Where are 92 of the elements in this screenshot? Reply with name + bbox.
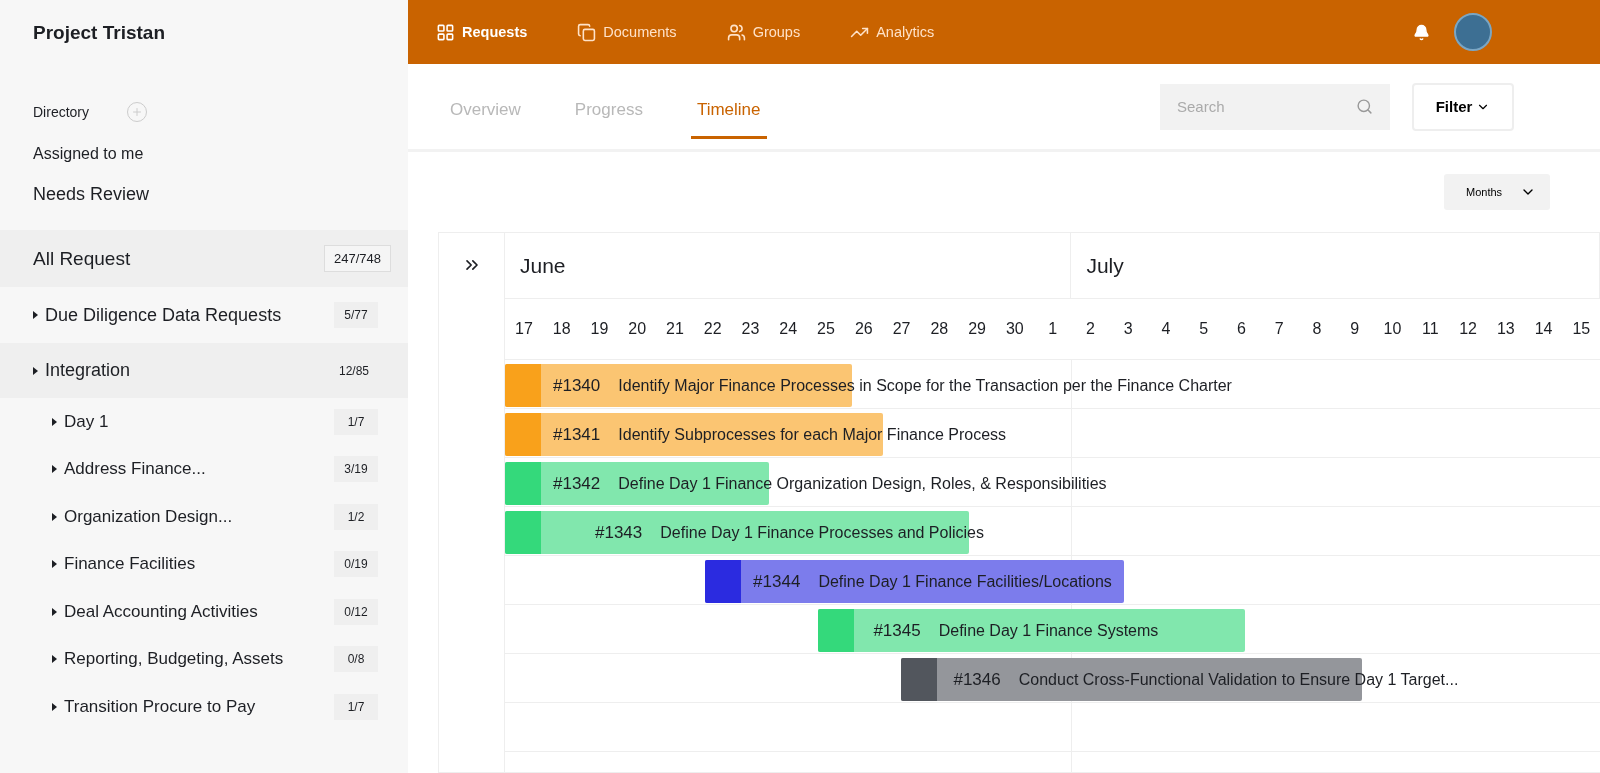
day-label: 9 xyxy=(1350,320,1360,338)
count-badge: 1/7 xyxy=(334,693,378,720)
bell-icon[interactable] xyxy=(1413,23,1430,41)
subgroup-label[interactable]: Deal Accounting Activities xyxy=(52,601,258,622)
sidebar-link[interactable]: Needs Review xyxy=(33,183,150,205)
count-badge: 0/8 xyxy=(334,646,378,673)
count-badge: 0/19 xyxy=(334,551,378,578)
count-badge: 1/2 xyxy=(334,503,378,530)
count-badge: 5/77 xyxy=(334,302,378,328)
month-label: June xyxy=(520,253,566,278)
sidebar-link[interactable]: Directory xyxy=(33,104,89,120)
sidebar-group[interactable]: Due Diligence Data Requests 5/77 xyxy=(0,287,408,343)
day-label: 20 xyxy=(628,320,647,338)
subgroup-label[interactable]: Finance Facilities xyxy=(52,554,196,575)
count-badge: 247/748 xyxy=(324,245,391,272)
tab[interactable]: Timeline xyxy=(690,80,767,139)
day-label: 18 xyxy=(552,320,571,338)
day-label: 17 xyxy=(515,320,533,338)
subgroup-label[interactable]: Organization Design... xyxy=(52,506,233,527)
caret-icon xyxy=(52,465,57,474)
search-field[interactable]: Search xyxy=(1160,83,1390,130)
day-label: 7 xyxy=(1274,320,1284,338)
caret-icon xyxy=(52,702,57,711)
caret-icon xyxy=(52,417,57,426)
users-icon xyxy=(726,22,746,42)
day-label: 30 xyxy=(1005,320,1024,338)
sidebar-group[interactable]: Integration 12/85 xyxy=(0,343,408,398)
day-label: 23 xyxy=(741,320,760,338)
day-label: 27 xyxy=(892,320,911,338)
group-label: Due Diligence Data Requests xyxy=(33,304,282,326)
day-label: 21 xyxy=(666,320,684,338)
all-requests-label: All Request xyxy=(33,247,131,270)
count-badge: 3/19 xyxy=(334,456,378,483)
gantt-bar[interactable] xyxy=(705,560,1125,603)
caret-icon xyxy=(52,655,57,664)
day-label: 15 xyxy=(1572,320,1591,338)
day-label: 5 xyxy=(1199,320,1209,338)
group-label: Integration xyxy=(33,360,131,381)
count-badge: 0/12 xyxy=(334,598,378,625)
task-id: #1344 xyxy=(753,571,801,592)
search-icon xyxy=(1356,97,1373,115)
caret-icon xyxy=(52,607,57,616)
gantt-bar[interactable] xyxy=(505,462,770,505)
task-title: Conduct Cross-Functional Validation to Ensure Day 1 Target... xyxy=(1018,670,1459,689)
day-label: 2 xyxy=(1085,320,1095,338)
grid-icon xyxy=(436,22,455,42)
gantt-bar[interactable] xyxy=(505,413,883,456)
day-label: 14 xyxy=(1534,320,1553,338)
day-label: 29 xyxy=(968,320,986,338)
gantt-bar[interactable] xyxy=(505,364,853,407)
all-requests-item[interactable]: All Request 247/748 xyxy=(0,230,408,287)
task-title: Identify Subprocesses for each Major Finance Process xyxy=(618,425,1007,444)
subgroup-label[interactable]: Transition Procure to Pay xyxy=(52,696,256,717)
day-label: 6 xyxy=(1236,320,1246,338)
task-id: #1342 xyxy=(553,473,601,494)
subgroup-label[interactable]: Address Finance... xyxy=(52,459,206,480)
subgroup-label[interactable]: Day 1 xyxy=(52,411,109,432)
day-label: 11 xyxy=(1421,320,1439,338)
copy-icon xyxy=(577,22,597,42)
day-label: 13 xyxy=(1496,320,1515,338)
day-label: 1 xyxy=(1048,320,1058,338)
day-label: 24 xyxy=(779,320,798,338)
sidebar-link[interactable]: Assigned to me xyxy=(33,145,144,163)
day-label: 28 xyxy=(930,320,949,338)
day-label: 19 xyxy=(590,320,609,338)
caret-icon xyxy=(52,560,57,569)
task-title: Define Day 1 Finance Facilities/Locations xyxy=(818,572,1112,591)
task-id: #1340 xyxy=(553,375,601,396)
project-title: Project Tristan xyxy=(32,21,166,45)
day-label: 26 xyxy=(854,320,873,338)
day-label: 8 xyxy=(1312,320,1322,338)
day-label: 10 xyxy=(1383,320,1402,338)
caret-icon xyxy=(52,512,57,521)
filter-button[interactable]: Filter xyxy=(1412,82,1514,131)
nav-item[interactable]: Requests xyxy=(436,22,528,42)
caret-icon xyxy=(33,366,38,375)
task-title: Define Day 1 Finance Systems xyxy=(938,621,1159,640)
day-label: 3 xyxy=(1123,320,1133,338)
task-id: #1341 xyxy=(553,424,601,445)
month-label: July xyxy=(1086,253,1124,278)
caret-icon xyxy=(33,311,38,319)
count-badge: 1/7 xyxy=(334,408,378,435)
scale-select[interactable]: Months xyxy=(1444,174,1550,210)
task-id: #1343 xyxy=(595,522,643,543)
day-label: 22 xyxy=(703,320,722,338)
gantt-bar[interactable] xyxy=(818,609,1246,652)
subgroup-label[interactable]: Reporting, Budgeting, Assets xyxy=(52,649,284,670)
day-label: 25 xyxy=(817,320,835,338)
day-label: 12 xyxy=(1459,320,1477,338)
task-id: #1345 xyxy=(873,620,921,641)
task-id: #1346 xyxy=(953,669,1001,690)
day-label: 4 xyxy=(1161,320,1171,338)
